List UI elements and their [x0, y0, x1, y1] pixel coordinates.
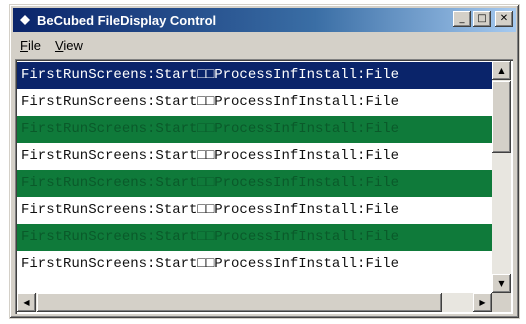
maximize-icon: □: [477, 13, 487, 24]
minimize-icon: _: [459, 13, 465, 24]
horizontal-scrollbar[interactable]: ◀ ▶: [17, 293, 492, 312]
list-item[interactable]: FirstRunScreens:Start□□ProcessInfInstall…: [17, 89, 492, 116]
title-bar[interactable]: BeCubed FileDisplay Control _ □ ✕: [13, 8, 516, 32]
scroll-down-icon: ▼: [498, 279, 505, 288]
list-item[interactable]: FirstRunScreens:Start□□ProcessInfInstall…: [17, 197, 492, 224]
vertical-scroll-thumb[interactable]: [492, 81, 511, 153]
app-icon: [17, 12, 33, 28]
list-item[interactable]: FirstRunScreens:Start□□ProcessInfInstall…: [17, 170, 492, 197]
minimize-button[interactable]: _: [453, 11, 471, 27]
scroll-right-icon: ▶: [479, 298, 486, 307]
menu-bar: File View: [13, 35, 516, 55]
menu-file[interactable]: File: [13, 38, 48, 53]
menu-file-label: ile: [27, 37, 41, 53]
horizontal-scroll-thumb[interactable]: [37, 293, 442, 312]
scroll-up-icon: ▲: [498, 66, 505, 75]
list-item[interactable]: FirstRunScreens:Start□□ProcessInfInstall…: [17, 116, 492, 143]
menu-file-mnemonic: F: [20, 37, 28, 53]
scroll-up-button[interactable]: ▲: [492, 61, 511, 80]
vertical-scrollbar[interactable]: ▲ ▼: [492, 61, 511, 293]
file-display-list[interactable]: FirstRunScreens:Start□□ProcessInfInstall…: [15, 59, 513, 314]
scroll-left-button[interactable]: ◀: [17, 293, 36, 312]
menu-view-label: iew: [63, 37, 83, 53]
list-item[interactable]: FirstRunScreens:Start□□ProcessInfInstall…: [17, 224, 492, 251]
window-title: BeCubed FileDisplay Control: [37, 12, 217, 28]
close-button[interactable]: ✕: [495, 11, 513, 27]
close-icon: ✕: [499, 13, 509, 24]
list-item[interactable]: FirstRunScreens:Start□□ProcessInfInstall…: [17, 251, 492, 278]
list-rows: FirstRunScreens:Start□□ProcessInfInstall…: [17, 62, 492, 278]
list-item[interactable]: FirstRunScreens:Start□□ProcessInfInstall…: [17, 62, 492, 89]
window-controls: _ □ ✕: [453, 11, 513, 27]
app-window: BeCubed FileDisplay Control _ □ ✕ File V…: [9, 4, 520, 319]
maximize-button[interactable]: □: [473, 11, 491, 27]
scrollbar-corner: [492, 293, 511, 312]
scroll-left-icon: ◀: [23, 298, 30, 307]
list-item[interactable]: FirstRunScreens:Start□□ProcessInfInstall…: [17, 143, 492, 170]
scroll-right-button[interactable]: ▶: [473, 293, 492, 312]
menu-view[interactable]: View: [48, 38, 90, 53]
scroll-down-button[interactable]: ▼: [492, 274, 511, 293]
